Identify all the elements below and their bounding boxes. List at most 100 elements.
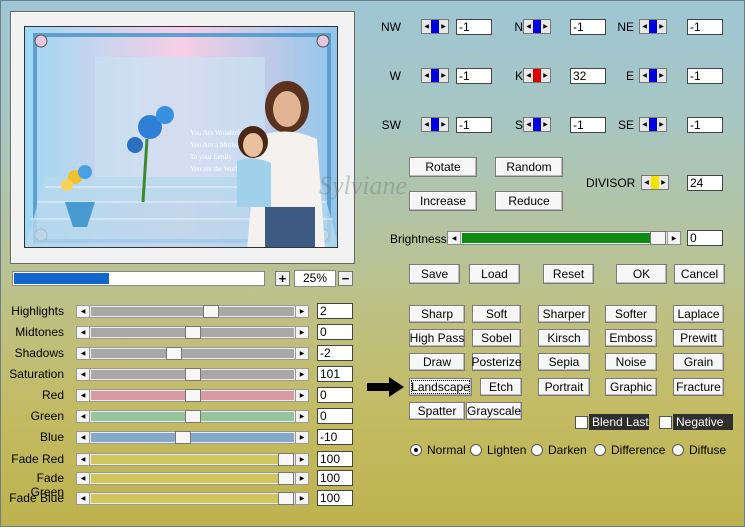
- preset-draw-button[interactable]: Draw: [409, 353, 465, 371]
- ok-button[interactable]: OK: [616, 264, 667, 284]
- preview-image[interactable]: You Are Wonderful You Are a Mother To yo…: [24, 26, 338, 248]
- preset-posterize-button[interactable]: Posterize: [471, 353, 522, 371]
- arrow-right-icon[interactable]: ▶: [295, 411, 308, 422]
- preset-fracture-button[interactable]: Fracture: [673, 378, 724, 396]
- arrow-left-icon[interactable]: ◀: [77, 348, 90, 359]
- adjustment-slider[interactable]: ◀ ▶: [76, 305, 309, 318]
- arrow-right-icon[interactable]: ▶: [295, 432, 308, 443]
- matrix-value[interactable]: -1: [687, 68, 723, 84]
- mode-darken-radio[interactable]: [531, 444, 543, 456]
- arrow-left-icon[interactable]: ◀: [524, 20, 533, 33]
- matrix-spinner[interactable]: ◀ ▶: [421, 68, 449, 83]
- adjustment-value[interactable]: 100: [317, 451, 353, 467]
- matrix-spinner[interactable]: ◀ ▶: [421, 117, 449, 132]
- arrow-right-icon[interactable]: ▶: [659, 176, 668, 189]
- arrow-left-icon[interactable]: ◀: [77, 411, 90, 422]
- slider-thumb[interactable]: [278, 492, 294, 505]
- divisor-spinner[interactable]: ◀ ▶: [641, 175, 669, 190]
- arrow-left-icon[interactable]: ◀: [640, 20, 649, 33]
- arrow-left-icon[interactable]: ◀: [77, 473, 90, 484]
- preset-laplace-button[interactable]: Laplace: [673, 305, 724, 323]
- arrow-right-icon[interactable]: ▶: [295, 473, 308, 484]
- adjustment-slider[interactable]: ◀ ▶: [76, 472, 309, 485]
- adjustment-value[interactable]: 0: [317, 324, 353, 340]
- divisor-value[interactable]: 24: [687, 175, 723, 191]
- arrow-right-icon[interactable]: ▶: [657, 20, 666, 33]
- preset-portrait-button[interactable]: Portrait: [538, 378, 590, 396]
- arrow-right-icon[interactable]: ▶: [295, 327, 308, 338]
- preset-prewitt-button[interactable]: Prewitt: [673, 329, 724, 347]
- arrow-left-icon[interactable]: ◀: [77, 454, 90, 465]
- brightness-slider[interactable]: ◀ ▶: [447, 231, 681, 245]
- preset-graphic-button[interactable]: Graphic: [605, 378, 657, 396]
- preset-sobel-button[interactable]: Sobel: [472, 329, 521, 347]
- slider-thumb[interactable]: [203, 305, 220, 318]
- zoom-in-button[interactable]: +: [275, 271, 290, 286]
- arrow-right-icon[interactable]: ▶: [657, 118, 666, 131]
- arrow-left-icon[interactable]: ◀: [640, 69, 649, 82]
- arrow-right-icon[interactable]: ▶: [439, 118, 448, 131]
- matrix-value[interactable]: -1: [687, 117, 723, 133]
- adjustment-slider[interactable]: ◀ ▶: [76, 492, 309, 505]
- preset-grain-button[interactable]: Grain: [673, 353, 724, 371]
- arrow-left-icon[interactable]: ◀: [640, 118, 649, 131]
- arrow-left-icon[interactable]: ◀: [642, 176, 651, 189]
- load-button[interactable]: Load: [469, 264, 520, 284]
- adjustment-value[interactable]: 100: [317, 490, 353, 506]
- matrix-spinner[interactable]: ◀ ▶: [523, 117, 551, 132]
- slider-thumb[interactable]: [165, 347, 182, 360]
- arrow-left-icon[interactable]: ◀: [448, 232, 461, 244]
- preset-emboss-button[interactable]: Emboss: [605, 329, 657, 347]
- rotate-button[interactable]: Rotate: [409, 157, 477, 177]
- negative-checkbox[interactable]: [659, 416, 672, 429]
- preset-landscape-button[interactable]: Landscape: [409, 378, 472, 396]
- adjustment-value[interactable]: -10: [317, 429, 353, 445]
- matrix-spinner[interactable]: ◀ ▶: [421, 19, 449, 34]
- arrow-right-icon[interactable]: ▶: [295, 454, 308, 465]
- preset-noise-button[interactable]: Noise: [605, 353, 657, 371]
- blend-last-checkbox[interactable]: [575, 416, 588, 429]
- arrow-left-icon[interactable]: ◀: [422, 20, 431, 33]
- adjustment-value[interactable]: 0: [317, 387, 353, 403]
- arrow-right-icon[interactable]: ▶: [295, 348, 308, 359]
- arrow-left-icon[interactable]: ◀: [422, 69, 431, 82]
- reset-button[interactable]: Reset: [543, 264, 594, 284]
- arrow-left-icon[interactable]: ◀: [524, 69, 533, 82]
- preset-kirsch-button[interactable]: Kirsch: [538, 329, 590, 347]
- arrow-right-icon[interactable]: ▶: [439, 69, 448, 82]
- preset-etch-button[interactable]: Etch: [480, 378, 522, 396]
- arrow-right-icon[interactable]: ▶: [295, 306, 308, 317]
- brightness-thumb[interactable]: [650, 231, 666, 245]
- slider-thumb[interactable]: [278, 453, 294, 466]
- adjustment-slider[interactable]: ◀ ▶: [76, 326, 309, 339]
- matrix-value[interactable]: 32: [570, 68, 606, 84]
- mode-lighten-radio[interactable]: [470, 444, 482, 456]
- blend-last-label[interactable]: Blend Last: [589, 414, 649, 430]
- arrow-left-icon[interactable]: ◀: [422, 118, 431, 131]
- slider-thumb[interactable]: [184, 389, 201, 402]
- adjustment-value[interactable]: 2: [317, 303, 353, 319]
- arrow-right-icon[interactable]: ▶: [295, 493, 308, 504]
- matrix-spinner[interactable]: ◀ ▶: [639, 19, 667, 34]
- adjustment-slider[interactable]: ◀ ▶: [76, 431, 309, 444]
- arrow-left-icon[interactable]: ◀: [77, 369, 90, 380]
- preset-grayscale-button[interactable]: Grayscale: [466, 402, 522, 420]
- mode-difference-radio[interactable]: [594, 444, 606, 456]
- arrow-left-icon[interactable]: ◀: [77, 432, 90, 443]
- adjustment-slider[interactable]: ◀ ▶: [76, 368, 309, 381]
- matrix-value[interactable]: -1: [456, 68, 492, 84]
- arrow-right-icon[interactable]: ▶: [541, 69, 550, 82]
- slider-thumb[interactable]: [278, 472, 294, 485]
- mode-normal-radio[interactable]: [410, 444, 422, 456]
- arrow-left-icon[interactable]: ◀: [77, 306, 90, 317]
- adjustment-value[interactable]: -2: [317, 345, 353, 361]
- preset-soft-button[interactable]: Soft: [472, 305, 521, 323]
- arrow-left-icon[interactable]: ◀: [77, 390, 90, 401]
- arrow-left-icon[interactable]: ◀: [77, 493, 90, 504]
- matrix-value[interactable]: -1: [456, 117, 492, 133]
- matrix-value[interactable]: -1: [570, 19, 606, 35]
- adjustment-slider[interactable]: ◀ ▶: [76, 389, 309, 402]
- adjustment-slider[interactable]: ◀ ▶: [76, 410, 309, 423]
- reduce-button[interactable]: Reduce: [495, 191, 563, 211]
- matrix-spinner[interactable]: ◀ ▶: [523, 68, 551, 83]
